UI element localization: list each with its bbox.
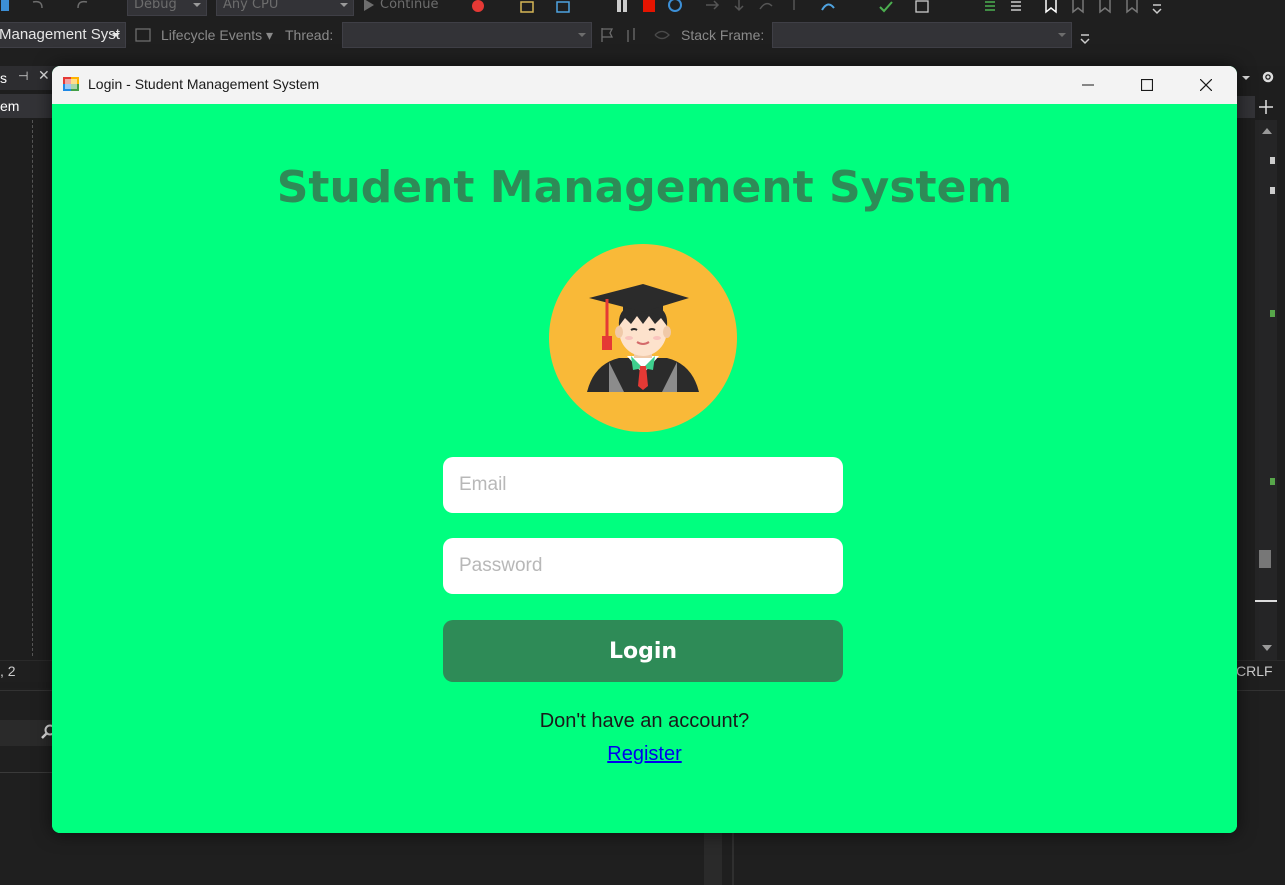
panel-divider: [0, 772, 60, 773]
step-out-icon[interactable]: [758, 0, 774, 14]
minimize-icon: [1082, 84, 1094, 86]
panel-splitter-line: [732, 832, 734, 885]
lifecycle-events-icon: [135, 28, 151, 42]
show-only-flagged-icon[interactable]: [654, 28, 670, 42]
previous-bookmark-icon[interactable]: [1070, 0, 1086, 14]
editor-left-area: [0, 66, 52, 688]
chevron-down-icon: [578, 33, 586, 37]
register-link-row: Register: [52, 743, 1237, 766]
redo-icon[interactable]: [74, 0, 90, 14]
toolbar-overflow-icon[interactable]: [1078, 32, 1094, 46]
code-map-icon[interactable]: [820, 0, 836, 14]
browser-link-icon[interactable]: [556, 0, 572, 14]
window-title: Login - Student Management System: [88, 76, 320, 92]
chevron-down-icon: [193, 3, 201, 7]
change-marker: [1270, 310, 1275, 317]
process-dropdown[interactable]: Management Syst: [0, 22, 126, 48]
show-next-statement-icon[interactable]: [786, 0, 802, 14]
ide-toolbar-top: Debug Any CPU Continue: [0, 0, 1285, 20]
diagnostic-tools-icon[interactable]: [520, 0, 536, 14]
close-button[interactable]: [1177, 66, 1235, 104]
step-into-icon[interactable]: [731, 0, 747, 14]
format-document-icon[interactable]: [914, 0, 930, 14]
chevron-down-icon: [1058, 33, 1066, 37]
lifecycle-events-label: Lifecycle Events: [161, 27, 263, 43]
stop-icon[interactable]: [641, 0, 657, 14]
scroll-marker: [1270, 157, 1275, 164]
chevron-down-icon: [112, 33, 120, 37]
navbar-dropdown[interactable]: [1237, 96, 1255, 118]
app-icon: [63, 77, 79, 91]
indent-guide: [32, 120, 33, 656]
no-account-text: Don't have an account?: [539, 710, 750, 732]
dropdown-arrow-icon[interactable]: [1241, 74, 1251, 82]
play-icon: [364, 0, 374, 11]
stack-frame-dropdown[interactable]: [772, 22, 1072, 48]
continue-label: Continue: [380, 0, 439, 12]
toggle-flag-icon[interactable]: [600, 28, 616, 42]
password-field[interactable]: [443, 538, 843, 594]
chevron-down-icon: [340, 3, 348, 7]
change-marker: [1270, 478, 1275, 485]
email-field[interactable]: [443, 457, 843, 513]
stack-frame-label: Stack Frame:: [681, 27, 765, 43]
platform-dropdown[interactable]: Any CPU: [216, 0, 354, 16]
thread-label: Thread:: [285, 27, 334, 43]
configuration-dropdown[interactable]: Debug: [127, 0, 207, 16]
maximize-icon: [1141, 79, 1153, 91]
maximize-button[interactable]: [1118, 66, 1176, 104]
undo-icon[interactable]: [30, 0, 46, 14]
document-navbar: em: [0, 94, 60, 118]
lifecycle-events-dropdown[interactable]: Lifecycle Events ▾: [161, 27, 273, 44]
uncomment-icon[interactable]: [1008, 0, 1024, 14]
document-tab-strip: s ⊣ ✕: [0, 66, 60, 90]
platform-value: Any CPU: [223, 0, 279, 12]
scroll-thumb[interactable]: [1259, 550, 1271, 568]
next-bookmark-icon[interactable]: [1097, 0, 1113, 14]
panel-splitter[interactable]: [704, 832, 722, 885]
process-value: Management Syst: [0, 26, 120, 43]
solution-explorer-icon[interactable]: [0, 0, 10, 12]
scroll-caret-line: [1255, 600, 1277, 602]
document-navbar-text: em: [0, 98, 20, 114]
restart-icon[interactable]: [667, 0, 683, 14]
hot-reload-icon[interactable]: [470, 0, 486, 14]
continue-button[interactable]: Continue: [364, 0, 438, 16]
ide-toolbar-debug-location: Management Syst Lifecycle Events ▾ Threa…: [0, 20, 1285, 50]
toolbar-overflow-icon[interactable]: [1150, 2, 1166, 16]
scroll-down-icon[interactable]: [1262, 645, 1272, 651]
bookmark-icon[interactable]: [1043, 0, 1059, 14]
configuration-value: Debug: [134, 0, 177, 12]
login-button[interactable]: Login: [443, 620, 843, 682]
close-tab-icon[interactable]: ✕: [38, 68, 50, 84]
split-editor-icon[interactable]: [1259, 100, 1273, 114]
avatar-illustration: [587, 284, 699, 392]
pin-icon[interactable]: ⊣: [18, 69, 28, 83]
minimize-button[interactable]: [1059, 66, 1117, 104]
clear-bookmarks-icon[interactable]: [1124, 0, 1140, 14]
pause-icon[interactable]: [614, 0, 630, 14]
flag-threads-icon[interactable]: [626, 28, 642, 42]
line-column-indicator: , 2: [0, 663, 16, 679]
step-over-icon[interactable]: [705, 0, 721, 14]
scroll-marker: [1270, 187, 1275, 194]
gear-icon[interactable]: [1261, 70, 1275, 84]
page-title: Student Management System: [276, 162, 1013, 213]
line-ending-indicator[interactable]: CRLF: [1236, 663, 1273, 679]
thread-dropdown[interactable]: [342, 22, 592, 48]
editor-scrollbar[interactable]: [1255, 120, 1277, 660]
comment-icon[interactable]: [982, 0, 998, 14]
register-link[interactable]: Register: [607, 743, 681, 765]
scroll-up-icon[interactable]: [1262, 128, 1272, 134]
close-icon: [1200, 79, 1212, 91]
window-title-bar[interactable]: Login - Student Management System: [52, 66, 1237, 104]
login-form-area: Student Management System Email Login Do…: [52, 104, 1237, 833]
tab-title-fragment: s: [0, 70, 7, 86]
login-window: Login - Student Management System Studen…: [52, 66, 1237, 833]
graduate-student-icon: [549, 244, 737, 432]
spell-check-icon[interactable]: [878, 0, 894, 14]
